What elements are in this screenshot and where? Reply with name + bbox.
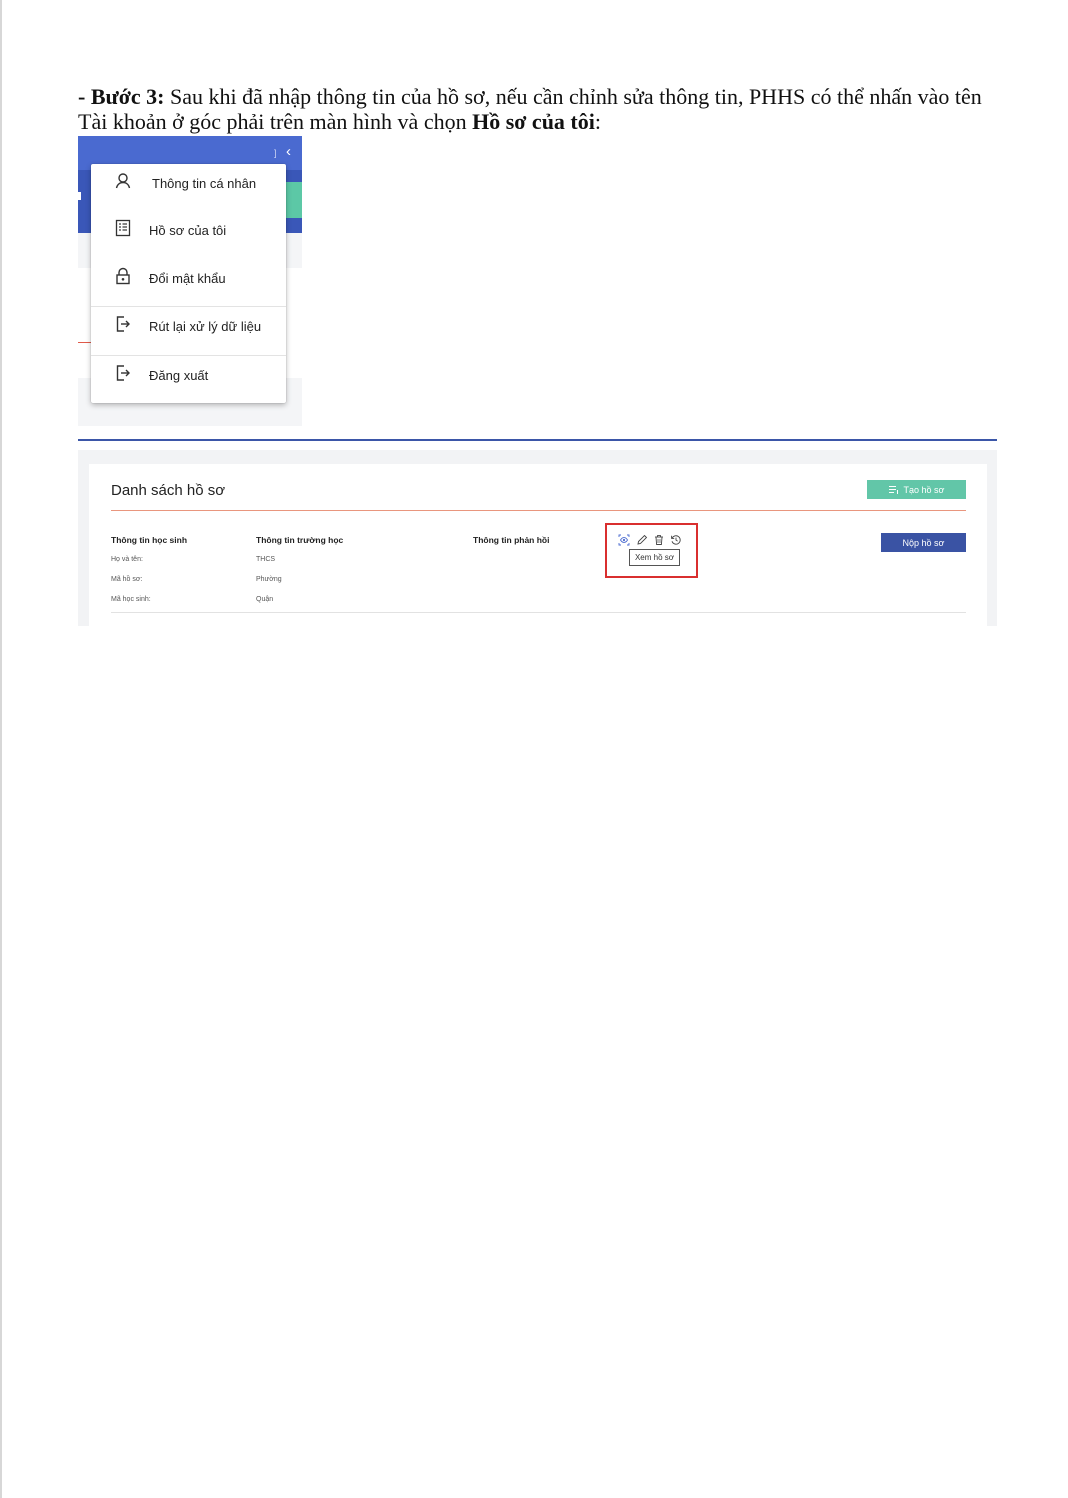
menu-item-label: Hồ sơ của tôi xyxy=(149,223,227,238)
menu-item-label: Rút lại xử lý dữ liệu xyxy=(149,319,262,334)
chevron-left-icon[interactable]: ‹ xyxy=(286,143,291,160)
subheader-accent xyxy=(284,182,302,218)
profile-list-card: Danh sách hồ sơ Tạo hồ sơ Thông tin học … xyxy=(89,464,987,626)
column-header-feedback: Thông tin phản hồi xyxy=(473,535,550,545)
exit-icon xyxy=(116,316,130,332)
header-mark: ] xyxy=(274,148,277,158)
menu-item-personal-info[interactable]: Thông tin cá nhân xyxy=(91,164,286,212)
profile-list-screenshot: Danh sách hồ sơ Tạo hồ sơ Thông tin học … xyxy=(78,450,997,626)
document-list-icon xyxy=(115,219,131,237)
menu-item-logout[interactable]: Đăng xuất xyxy=(91,356,286,404)
student-name-label: Họ và tên: xyxy=(111,556,143,563)
ward-label: Phường xyxy=(256,576,282,583)
section-divider xyxy=(78,439,997,441)
menu-item-label: Đổi mật khẩu xyxy=(149,271,226,286)
account-dropdown-menu: Thông tin cá nhân Hồ sơ của tôi Đổi mật … xyxy=(91,164,286,403)
background-red-line xyxy=(78,342,92,343)
person-icon xyxy=(115,173,131,189)
instruction-paragraph: - Bước 3: Sau khi đã nhập thông tin của … xyxy=(78,84,988,134)
instruction-emphasis: Hồ sơ của tôi xyxy=(472,109,595,134)
column-header-school: Thông tin trường học xyxy=(256,535,344,545)
menu-item-label: Thông tin cá nhân xyxy=(152,176,257,191)
logout-icon xyxy=(116,365,130,381)
row-divider xyxy=(111,612,966,613)
list-add-icon xyxy=(888,486,898,494)
list-title: Danh sách hồ sơ xyxy=(111,482,226,499)
menu-item-label: Đăng xuất xyxy=(149,368,209,383)
menu-item-change-password[interactable]: Đổi mật khẩu xyxy=(91,259,286,307)
menu-item-my-profile[interactable]: Hồ sơ của tôi xyxy=(91,211,286,259)
profile-code-label: Mã hồ sơ: xyxy=(111,576,143,583)
subheader-tick xyxy=(78,192,81,200)
school-name-label: THCS xyxy=(256,556,276,563)
district-label: Quận xyxy=(256,596,274,603)
highlight-box xyxy=(605,523,698,578)
instruction-colon: : xyxy=(594,109,601,134)
create-profile-label: Tạo hồ sơ xyxy=(903,484,945,495)
create-profile-button[interactable]: Tạo hồ sơ xyxy=(867,480,966,499)
column-header-student: Thông tin học sinh xyxy=(111,535,188,545)
lock-icon xyxy=(116,267,130,285)
step-label: - Bước 3: xyxy=(78,84,165,109)
submit-profile-button[interactable]: Nộp hồ sơ xyxy=(881,533,966,552)
menu-item-withdraw-data-processing[interactable]: Rút lại xử lý dữ liệu xyxy=(91,307,286,355)
page-edge xyxy=(0,0,2,1498)
student-code-label: Mã học sinh: xyxy=(111,596,151,603)
title-underline xyxy=(111,510,966,511)
